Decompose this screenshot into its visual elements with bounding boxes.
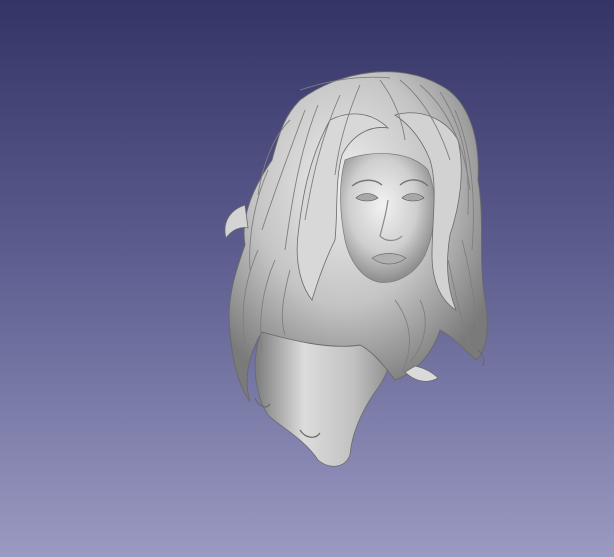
- 3d-viewport[interactable]: [0, 0, 614, 557]
- model-view[interactable]: [0, 0, 614, 557]
